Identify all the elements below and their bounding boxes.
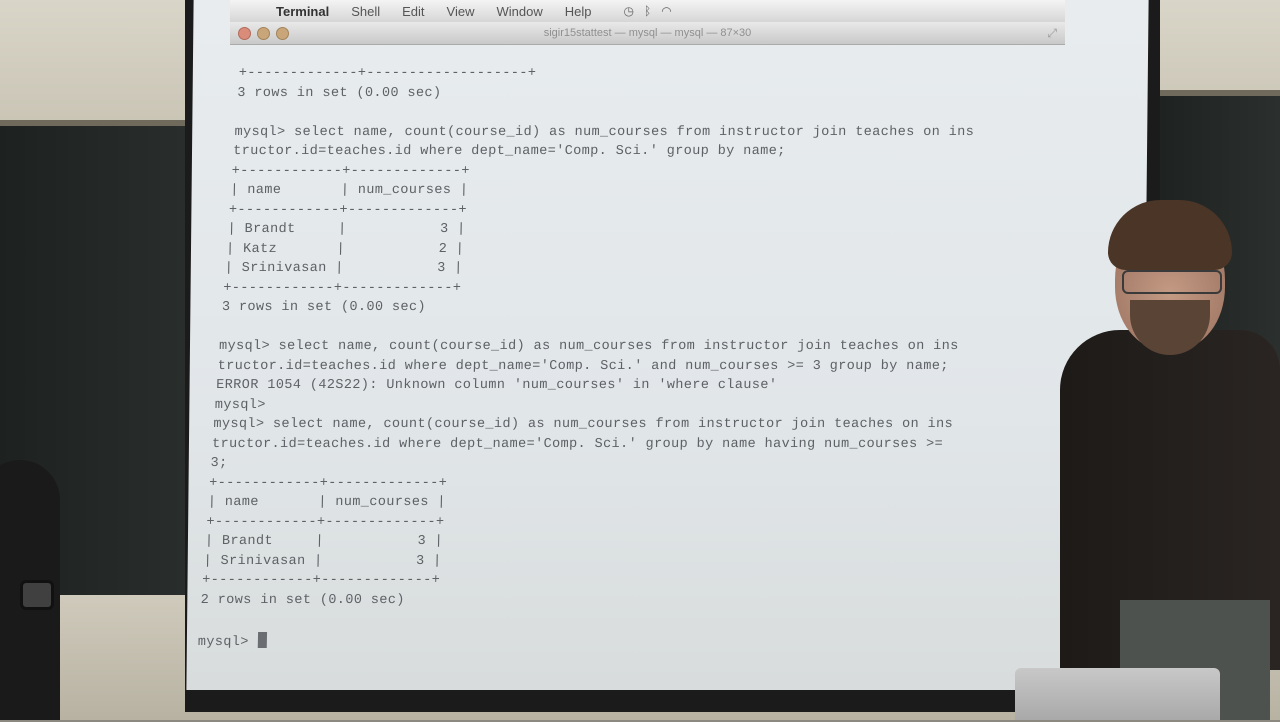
menu-edit[interactable]: Edit bbox=[402, 4, 424, 19]
terminal-line: 3 rows in set (0.00 sec) bbox=[221, 300, 427, 315]
terminal-line: mysql> bbox=[214, 397, 266, 413]
menu-view[interactable]: View bbox=[447, 4, 475, 19]
menubar-status-icons: ◷ ᛒ ◠ bbox=[624, 4, 672, 18]
terminal-line: tructor.id=teaches.id where dept_name='C… bbox=[211, 436, 944, 452]
terminal-line: mysql> bbox=[198, 631, 267, 650]
terminal-line: | Srinivasan | 3 | bbox=[203, 553, 442, 569]
bluetooth-icon[interactable]: ᛒ bbox=[644, 4, 651, 18]
terminal-line: +------------+-------------+ bbox=[206, 514, 445, 530]
terminal-line: mysql> select name, count(course_id) as … bbox=[218, 339, 959, 354]
terminal-line: +------------+-------------+ bbox=[201, 573, 441, 588]
terminal-line: | Srinivasan | 3 | bbox=[224, 261, 463, 276]
terminal-line: +------------+-------------+ bbox=[209, 475, 448, 491]
terminal-line: +------------+-------------+ bbox=[228, 202, 468, 218]
laptop bbox=[1015, 668, 1220, 720]
presenter-glasses bbox=[1122, 270, 1222, 294]
terminal-line: tructor.id=teaches.id where dept_name='C… bbox=[217, 358, 949, 374]
terminal-line: mysql> select name, count(course_id) as … bbox=[234, 124, 975, 140]
terminal-title-bar[interactable]: sigir15stattest — mysql — mysql — 87×30 … bbox=[230, 22, 1065, 45]
menu-bar: Terminal Shell Edit View Window Help ◷ ᛒ… bbox=[230, 0, 1065, 22]
terminal-line: 3 rows in set (0.00 sec) bbox=[237, 85, 442, 101]
terminal-line: +------------+-------------+ bbox=[223, 280, 462, 296]
terminal-output[interactable]: +-------------+-------------------+ 3 row… bbox=[198, 44, 1072, 654]
terminal-line: ERROR 1054 (42S22): Unknown column 'num_… bbox=[216, 378, 778, 393]
terminal-line: | Brandt | 3 | bbox=[204, 534, 444, 549]
terminal-line: +------------+-------------+ bbox=[231, 163, 470, 179]
terminal-cursor bbox=[257, 631, 267, 648]
terminal-line: tructor.id=teaches.id where dept_name='C… bbox=[232, 144, 786, 159]
terminal-line: 3; bbox=[210, 456, 228, 471]
menu-shell[interactable]: Shell bbox=[351, 4, 380, 19]
terminal-line: | name | num_courses | bbox=[230, 183, 469, 198]
fullscreen-icon[interactable]: ⤢ bbox=[1047, 26, 1057, 41]
window-title: sigir15stattest — mysql — mysql — 87×30 bbox=[543, 27, 752, 39]
student-glasses bbox=[20, 580, 54, 610]
time-machine-icon[interactable]: ◷ bbox=[624, 4, 634, 18]
apple-icon[interactable] bbox=[248, 4, 262, 18]
terminal-line: | name | num_courses | bbox=[207, 495, 446, 510]
terminal-line: | Brandt | 3 | bbox=[227, 222, 466, 237]
terminal-line: | Katz | 2 | bbox=[225, 241, 465, 257]
terminal-line: mysql> select name, count(course_id) as … bbox=[213, 417, 954, 432]
presenter-hair bbox=[1108, 200, 1232, 270]
terminal-line: +-------------+-------------------+ bbox=[238, 66, 537, 81]
terminal-line: 2 rows in set (0.00 sec) bbox=[200, 592, 405, 608]
menu-terminal[interactable]: Terminal bbox=[276, 4, 329, 19]
student-foreground bbox=[0, 460, 60, 720]
wifi-icon[interactable]: ◠ bbox=[661, 4, 671, 18]
menu-window[interactable]: Window bbox=[497, 4, 543, 19]
presenter bbox=[1060, 200, 1280, 720]
menu-help[interactable]: Help bbox=[565, 4, 592, 19]
